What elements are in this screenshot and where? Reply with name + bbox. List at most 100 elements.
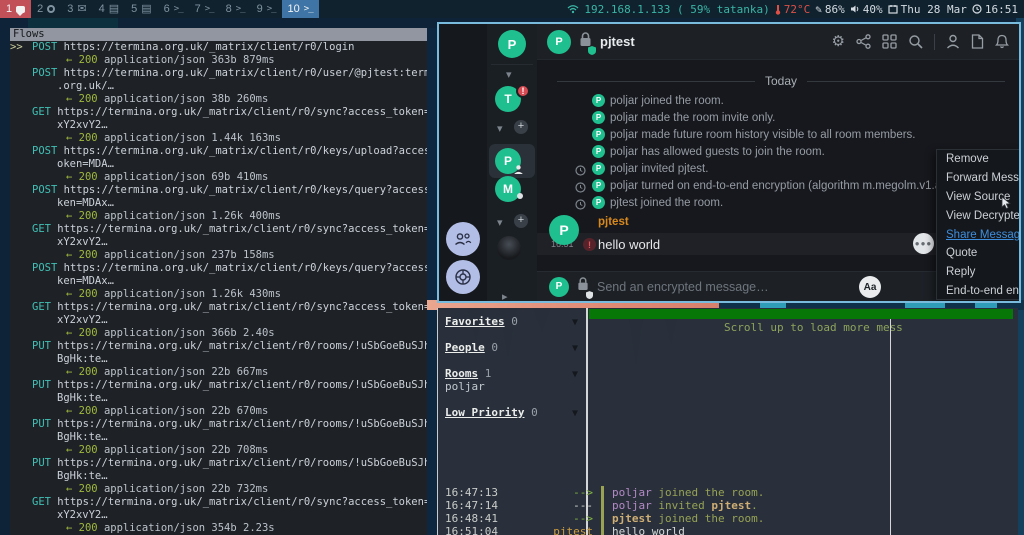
flow-row[interactable]: PUT https://termina.org.uk/_matrix/clien… bbox=[10, 457, 427, 496]
workspace-4[interactable]: 4▤ bbox=[93, 0, 126, 18]
sender-avatar[interactable]: P bbox=[549, 215, 579, 245]
help-button[interactable] bbox=[446, 260, 480, 294]
response-info: application/json 69b 410ms bbox=[98, 171, 269, 183]
collapse-triangle-icon[interactable]: ▼ bbox=[572, 342, 578, 355]
chevron-down-icon[interactable]: ▾ bbox=[506, 70, 512, 81]
flow-response: ← 200 application/json 1.26k 430ms bbox=[10, 288, 427, 301]
sidebar-section-rooms[interactable]: Rooms 1▼poljar bbox=[445, 367, 580, 393]
flow-url-continued: BgHk:te… bbox=[10, 470, 427, 483]
workspace-6[interactable]: 6>_ bbox=[158, 0, 189, 18]
flow-row[interactable]: POST https://termina.org.uk/_matrix/clie… bbox=[10, 184, 427, 223]
room-avatar-image[interactable] bbox=[497, 266, 521, 290]
terminal-icon: >_ bbox=[174, 4, 183, 14]
flow-row[interactable]: PUT https://termina.org.uk/_matrix/clien… bbox=[10, 340, 427, 379]
section-label: Favorites bbox=[445, 315, 505, 328]
flow-row[interactable]: PUT https://termina.org.uk/_matrix/clien… bbox=[10, 379, 427, 418]
workspace-3[interactable]: 3✉ bbox=[61, 0, 92, 18]
room-avatar[interactable]: P bbox=[547, 30, 571, 54]
account-avatar[interactable]: P bbox=[498, 30, 526, 58]
search-icon[interactable] bbox=[908, 34, 923, 49]
workspace-7[interactable]: 7>_ bbox=[189, 0, 220, 18]
menu-item-reply[interactable]: Reply bbox=[937, 263, 1020, 282]
share-icon[interactable] bbox=[856, 34, 871, 49]
format-button[interactable]: Aa bbox=[859, 276, 881, 298]
flow-row[interactable]: POST https://termina.org.uk/_matrix/clie… bbox=[10, 145, 427, 184]
menu-item-forward-message[interactable]: Forward Message bbox=[937, 169, 1020, 188]
response-info: application/json 22b 708ms bbox=[98, 444, 269, 456]
workspace-1[interactable]: 1 bbox=[0, 0, 31, 18]
flow-row[interactable]: GET https://termina.org.uk/_matrix/clien… bbox=[10, 223, 427, 262]
response-info: application/json 237b 158ms bbox=[98, 249, 275, 261]
file-icon[interactable] bbox=[971, 34, 984, 49]
people-button[interactable] bbox=[446, 222, 480, 256]
response-arrow-icon: ← bbox=[66, 171, 79, 183]
flow-url: https://termina.org.uk/_matrix/client/r0… bbox=[64, 67, 427, 79]
workspace-8[interactable]: 8>_ bbox=[220, 0, 251, 18]
response-info: application/json 38b 260ms bbox=[98, 93, 269, 105]
speaker-icon bbox=[850, 4, 860, 14]
flow-url-continued: BgHk:te… bbox=[10, 353, 427, 366]
terminal-icon: >_ bbox=[236, 4, 245, 14]
add-room-button[interactable]: + bbox=[514, 120, 528, 134]
workspace-10[interactable]: 10>_ bbox=[282, 0, 319, 18]
response-info: application/json 1.26k 400ms bbox=[98, 210, 281, 222]
flow-response: ← 200 application/json 237b 158ms bbox=[10, 249, 427, 262]
bell-icon[interactable] bbox=[995, 34, 1009, 49]
chevron-down-icon[interactable]: ▾ bbox=[497, 218, 503, 229]
room-list-item[interactable]: poljar bbox=[445, 380, 580, 393]
log-segment: joined the room. bbox=[652, 512, 765, 525]
section-count: 1 bbox=[478, 367, 491, 380]
menu-item-quote[interactable]: Quote bbox=[937, 244, 1020, 263]
flow-row[interactable]: POST https://termina.org.uk/_matrix/clie… bbox=[10, 67, 427, 106]
collapse-triangle-icon[interactable]: ▼ bbox=[572, 368, 578, 381]
flows-header: Flows bbox=[10, 28, 427, 41]
sidebar-section-header: Favorites 0▼ bbox=[445, 315, 580, 328]
menu-item-end-to-end-encry[interactable]: End-to-end encry bbox=[937, 282, 1020, 300]
flow-response: ← 200 application/json 354b 2.23s bbox=[10, 522, 427, 535]
log-prefix: --- bbox=[511, 499, 593, 512]
sidebar-section-low-priority[interactable]: Low Priority 0▼ bbox=[445, 406, 580, 419]
workspace-5[interactable]: 5▤ bbox=[125, 0, 158, 18]
response-info: application/json 22b 732ms bbox=[98, 483, 269, 495]
flow-row[interactable]: GET https://termina.org.uk/_matrix/clien… bbox=[10, 106, 427, 145]
room-avatar-image[interactable] bbox=[497, 236, 521, 260]
divider-line bbox=[807, 81, 1005, 82]
add-room-button[interactable]: + bbox=[514, 214, 528, 228]
log-line: 16:51:04pjtesthello world bbox=[445, 525, 885, 535]
chevron-right-icon[interactable]: ▸ bbox=[502, 292, 508, 303]
composer-placeholder[interactable]: Send an encrypted message… bbox=[597, 280, 769, 294]
response-arrow-icon: ← bbox=[66, 288, 79, 300]
menu-item-share-message[interactable]: Share Message bbox=[937, 225, 1020, 244]
unverified-warning-icon: ! bbox=[583, 238, 596, 251]
event-avatar: P bbox=[592, 111, 605, 124]
response-status: 200 bbox=[79, 171, 98, 183]
collapse-triangle-icon[interactable]: ▼ bbox=[572, 316, 578, 329]
response-info: application/json 1.44k 163ms bbox=[98, 132, 281, 144]
settings-icon[interactable]: ⚙ bbox=[832, 34, 845, 49]
flow-row[interactable]: PUT https://termina.org.uk/_matrix/clien… bbox=[10, 418, 427, 457]
sidebar-section-people[interactable]: People 0▼ bbox=[445, 341, 580, 354]
flow-row[interactable]: GET https://termina.org.uk/_matrix/clien… bbox=[10, 301, 427, 340]
flow-row[interactable]: >>POST https://termina.org.uk/_matrix/cl… bbox=[10, 41, 427, 67]
sidebar-section-favorites[interactable]: Favorites 0▼ bbox=[445, 315, 580, 328]
divider bbox=[934, 34, 935, 50]
flow-row[interactable]: GET https://termina.org.uk/_matrix/clien… bbox=[10, 496, 427, 535]
flow-url-continued: xY2xvY2… bbox=[10, 314, 427, 327]
members-icon[interactable] bbox=[946, 34, 960, 49]
workspace-2[interactable]: 2 bbox=[31, 0, 61, 18]
flow-url-continued: xY2xvY2… bbox=[10, 236, 427, 249]
status-bar: 123✉4▤5▤6>_7>_8>_9>_10>_ 192.168.1.133 (… bbox=[0, 0, 1024, 18]
workspace-9[interactable]: 9>_ bbox=[251, 0, 282, 18]
flow-url-continued: BgHk:te… bbox=[10, 392, 427, 405]
event-text: poljar made the room invite only. bbox=[610, 112, 775, 124]
flow-row[interactable]: POST https://termina.org.uk/_matrix/clie… bbox=[10, 262, 427, 301]
sender-name[interactable]: pjtest bbox=[598, 216, 629, 228]
chevron-down-icon[interactable]: ▾ bbox=[497, 124, 503, 135]
event-row: Ppoljar made the room invite only. bbox=[537, 109, 1019, 126]
menu-item-remove[interactable]: Remove bbox=[937, 150, 1020, 169]
collapse-triangle-icon[interactable]: ▼ bbox=[572, 407, 578, 420]
wifi-icon bbox=[567, 4, 579, 14]
log-segment: poljar bbox=[612, 499, 652, 512]
grid-icon[interactable] bbox=[882, 34, 897, 49]
message-options-button[interactable]: ●●● bbox=[913, 233, 934, 254]
